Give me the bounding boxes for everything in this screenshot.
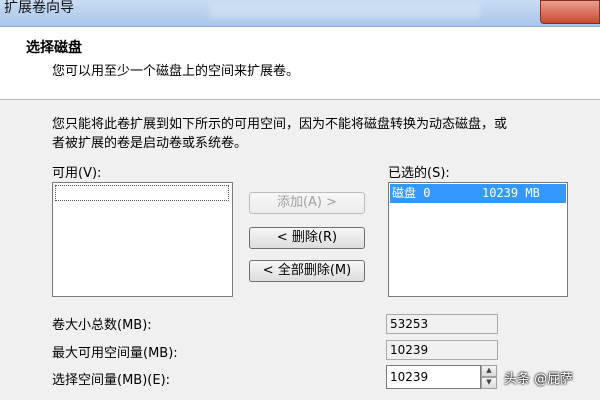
watermark: 头条 @屁萨 bbox=[504, 372, 574, 387]
wizard-header: 选择磁盘 您可以用至少一个磁盘上的空间来扩展卷。 bbox=[0, 27, 600, 100]
blurred-title-area bbox=[210, 4, 480, 18]
max-space-label: 最大可用空间量(MB): bbox=[52, 346, 178, 361]
selected-listbox[interactable]: 磁盘 0 10239 MB bbox=[388, 182, 568, 297]
spin-down-icon[interactable]: ▼ bbox=[481, 377, 497, 389]
close-button[interactable] bbox=[540, 0, 600, 24]
selected-label: 已选的(S): bbox=[388, 166, 450, 181]
description-text: 您只能将此卷扩展到如下所示的可用空间，因为不能将磁盘转换为动态磁盘，或 者被扩展… bbox=[52, 115, 592, 153]
disk-name: 磁盘 0 bbox=[392, 186, 431, 200]
page-subtitle: 您可以用至少一个磁盘上的空间来扩展卷。 bbox=[52, 64, 300, 79]
title-bar: 扩展卷向导 bbox=[0, 0, 600, 27]
add-button[interactable]: 添加(A) > bbox=[249, 192, 365, 214]
max-space-value: 10239 bbox=[386, 340, 498, 360]
disk-size: 10239 MB bbox=[482, 186, 540, 200]
available-listbox[interactable] bbox=[52, 182, 233, 297]
selected-disk-row[interactable]: 磁盘 0 10239 MB bbox=[390, 184, 566, 203]
description-line-1: 您只能将此卷扩展到如下所示的可用空间，因为不能将磁盘转换为动态磁盘，或 bbox=[52, 117, 508, 132]
total-size-value: 53253 bbox=[386, 314, 498, 334]
window-title: 扩展卷向导 bbox=[4, 0, 74, 16]
focus-rect bbox=[55, 185, 229, 201]
remove-button[interactable]: < 删除(R) bbox=[249, 227, 365, 249]
page-title: 选择磁盘 bbox=[26, 40, 82, 56]
description-line-2: 者被扩展的卷是启动卷或系统卷。 bbox=[52, 136, 248, 151]
choose-space-input[interactable]: 10239 bbox=[386, 365, 481, 389]
remove-all-button[interactable]: < 全部删除(M) bbox=[249, 260, 365, 282]
total-size-label: 卷大小总数(MB): bbox=[52, 318, 152, 333]
spin-up-icon[interactable]: ▲ bbox=[481, 365, 497, 377]
choose-space-label: 选择空间量(MB)(E): bbox=[52, 373, 171, 388]
available-label: 可用(V): bbox=[52, 166, 102, 181]
